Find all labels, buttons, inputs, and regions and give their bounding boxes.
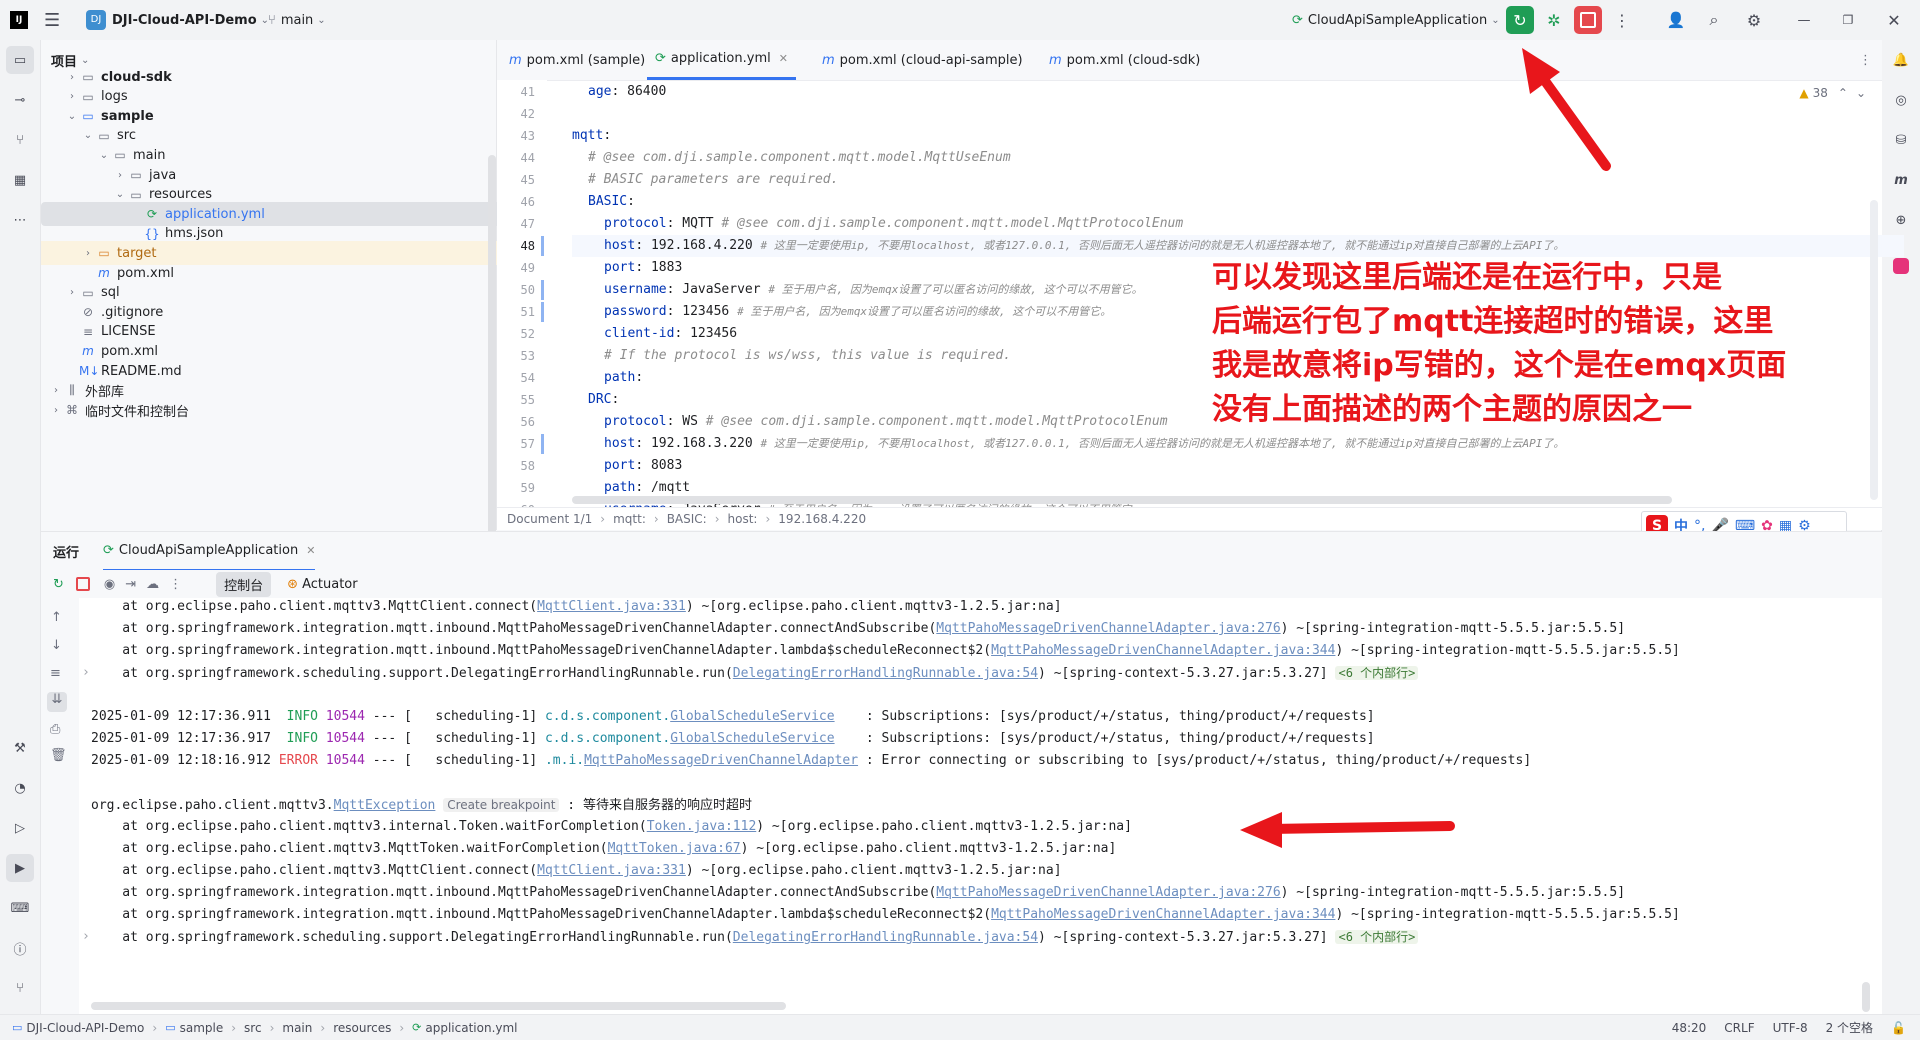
status-crumb[interactable]: sample <box>180 1021 224 1035</box>
file-encoding[interactable]: UTF-8 <box>1773 1021 1808 1035</box>
arrow-to-rerun <box>1522 48 1611 171</box>
chevron-right-icon: › <box>320 1020 326 1035</box>
caret-position[interactable]: 48:20 <box>1672 1021 1707 1035</box>
status-bar: ▭ DJI-Cloud-API-Demo › ▭ sample › src › main › res… <box>0 1014 1920 1040</box>
chevron-right-icon: › <box>399 1020 405 1035</box>
chevron-right-icon: › <box>269 1020 275 1035</box>
chevron-right-icon: › <box>152 1020 158 1035</box>
module-icon: ▭ <box>165 1021 176 1034</box>
status-crumb[interactable]: application.yml <box>425 1021 517 1035</box>
status-breadcrumb: ▭ DJI-Cloud-API-Demo › ▭ sample › src › main › res… <box>12 1021 518 1035</box>
status-crumb[interactable]: src <box>244 1021 262 1035</box>
arrow-to-error <box>1240 812 1455 848</box>
module-icon: ▭ <box>12 1021 23 1034</box>
line-separator[interactable]: CRLF <box>1724 1021 1754 1035</box>
annotation-arrows <box>1240 48 1611 848</box>
lock-icon[interactable]: 🔓 <box>1891 1021 1906 1035</box>
chevron-right-icon: › <box>231 1020 237 1035</box>
status-crumb[interactable]: main <box>282 1021 312 1035</box>
status-crumb[interactable]: resources <box>333 1021 391 1035</box>
status-crumb[interactable]: DJI-Cloud-API-Demo <box>26 1021 144 1035</box>
indent-setting[interactable]: 2 个空格 <box>1826 1019 1873 1036</box>
yaml-icon: ⟳ <box>412 1021 422 1034</box>
